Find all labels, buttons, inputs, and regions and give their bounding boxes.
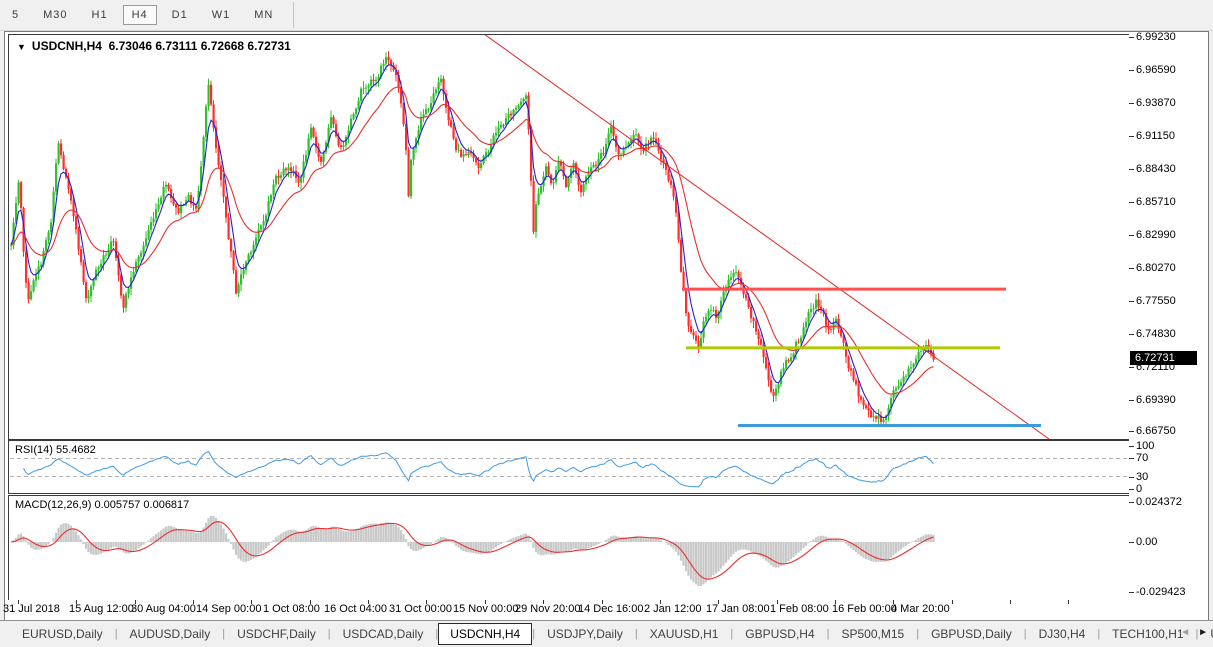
date-axis-label: 15 Nov 00:00 bbox=[453, 603, 518, 615]
price-axis-label-tick bbox=[1129, 400, 1134, 401]
candlestick-chart[interactable] bbox=[9, 35, 1130, 439]
macd-chart bbox=[9, 496, 1130, 600]
timeframe-button-w1[interactable]: W1 bbox=[203, 5, 240, 25]
date-axis-label: 30 Aug 04:00 bbox=[131, 603, 196, 615]
chart-tab-sp500-m15[interactable]: SP500,M15 bbox=[830, 623, 917, 645]
price-axis-label-tick bbox=[1129, 431, 1134, 432]
tab-scroll-right-icon[interactable]: ► bbox=[1198, 627, 1208, 638]
chart-collapse-icon[interactable]: ▼ bbox=[17, 42, 26, 52]
date-axis-label: 31 Oct 00:00 bbox=[389, 603, 452, 615]
price-axis-label: 6.96590 bbox=[1136, 64, 1176, 76]
price-axis[interactable]: 6.99230 6.96590 6.93870 6.91150 6.88430 6.857… bbox=[1129, 32, 1207, 600]
chart-tab-eurusd-daily[interactable]: EURUSD,Daily bbox=[10, 623, 115, 645]
price-axis-label-tick bbox=[1129, 334, 1134, 335]
rsi-axis-label-tick bbox=[1129, 458, 1134, 459]
date-axis-tick bbox=[1010, 600, 1011, 604]
chart-tab-bar: EURUSD,Daily|AUDUSD,Daily|USDCHF,Daily|U… bbox=[0, 620, 1213, 647]
chart-tab-usdcnh-h4[interactable]: USDCNH,H4 bbox=[438, 623, 532, 645]
price-axis-label-tick bbox=[1129, 169, 1134, 170]
price-axis-label-tick bbox=[1129, 70, 1134, 71]
price-axis-label: 6.88430 bbox=[1136, 163, 1176, 175]
rsi-axis-label: 30 bbox=[1136, 471, 1148, 483]
chart-tab-usdcad-daily[interactable]: USDCAD,Daily bbox=[331, 623, 436, 645]
rsi-axis-label-tick bbox=[1129, 446, 1134, 447]
price-axis-label-tick bbox=[1129, 367, 1134, 368]
price-chart-panel[interactable]: ▼ USDCNH,H4 6.73046 6.73111 6.72668 6.727… bbox=[8, 34, 1131, 440]
macd-axis-label: -0.029423 bbox=[1136, 586, 1186, 598]
date-axis-label: 1 Feb 08:00 bbox=[770, 603, 829, 615]
chart-tab-xauusd-h1[interactable]: XAUUSD,H1 bbox=[638, 623, 731, 645]
macd-axis-label-tick bbox=[1129, 542, 1134, 543]
date-axis-label: 2 Jan 12:00 bbox=[644, 603, 702, 615]
macd-axis-label: 0.00 bbox=[1136, 536, 1157, 548]
current-price-tag: 6.72731 bbox=[1130, 351, 1197, 365]
chart-tab-usdchf-daily[interactable]: USDCHF,Daily bbox=[225, 623, 328, 645]
timeframe-button-d1[interactable]: D1 bbox=[163, 5, 197, 25]
date-axis-label: 29 Nov 20:00 bbox=[515, 603, 580, 615]
rsi-chart bbox=[9, 441, 1130, 493]
chart-window: ▼ USDCNH,H4 6.73046 6.73111 6.72668 6.727… bbox=[4, 31, 1209, 621]
date-axis-tick bbox=[952, 600, 953, 604]
date-axis-label: 4 Mar 20:00 bbox=[891, 603, 950, 615]
chart-tab-usdjpy-daily[interactable]: USDJPY,Daily bbox=[535, 623, 635, 645]
timeframe-button-h4[interactable]: H4 bbox=[123, 5, 157, 25]
timeframe-button-mn[interactable]: MN bbox=[245, 5, 282, 25]
date-axis-tick bbox=[1068, 600, 1069, 604]
price-axis-label: 6.93870 bbox=[1136, 97, 1176, 109]
chart-title: ▼ USDCNH,H4 6.73046 6.73111 6.72668 6.727… bbox=[17, 39, 291, 53]
date-axis-label: 14 Dec 16:00 bbox=[578, 603, 643, 615]
price-axis-label-tick bbox=[1129, 301, 1134, 302]
chart-tab-gbpusd-daily[interactable]: GBPUSD,Daily bbox=[919, 623, 1024, 645]
rsi-axis-label: 70 bbox=[1136, 452, 1148, 464]
date-axis-label: 14 Sep 00:00 bbox=[196, 603, 261, 615]
price-axis-label: 6.74830 bbox=[1136, 328, 1176, 340]
price-axis-label-tick bbox=[1129, 268, 1134, 269]
chart-tab-dj30-h4[interactable]: DJ30,H4 bbox=[1027, 623, 1098, 645]
date-axis-label: 16 Oct 04:00 bbox=[324, 603, 387, 615]
price-axis-label: 6.69390 bbox=[1136, 394, 1176, 406]
price-axis-label: 6.82990 bbox=[1136, 229, 1176, 241]
date-axis-label: 16 Feb 00:00 bbox=[832, 603, 897, 615]
timeframe-toolbar: 5 M30 H1 H4 D1 W1MN bbox=[0, 0, 1213, 31]
macd-axis-label-tick bbox=[1129, 502, 1134, 503]
price-axis-label: 6.85710 bbox=[1136, 196, 1176, 208]
price-axis-label: 6.80270 bbox=[1136, 262, 1176, 274]
rsi-axis-label-tick bbox=[1129, 489, 1134, 490]
date-axis-label: 15 Aug 12:00 bbox=[69, 603, 134, 615]
price-axis-label: 6.91150 bbox=[1136, 130, 1175, 142]
price-axis-label-tick bbox=[1129, 37, 1134, 38]
chart-symbol-label: USDCNH,H4 bbox=[32, 39, 102, 53]
macd-label: MACD(12,26,9) 0.005757 0.006817 bbox=[15, 499, 189, 511]
price-axis-label-tick bbox=[1129, 136, 1134, 137]
price-axis-label-tick bbox=[1129, 202, 1134, 203]
price-axis-label-tick bbox=[1129, 103, 1134, 104]
price-axis-label: 6.77550 bbox=[1136, 295, 1176, 307]
price-axis-label: 6.66750 bbox=[1136, 425, 1176, 437]
date-axis-label: 17 Jan 08:00 bbox=[706, 603, 770, 615]
tab-scroll-arrows: ◄► bbox=[1180, 627, 1208, 638]
rsi-label: RSI(14) 55.4682 bbox=[15, 444, 96, 456]
timeframe-button-m30[interactable]: M30 bbox=[34, 5, 76, 25]
rsi-axis-label: 100 bbox=[1136, 440, 1154, 452]
macd-axis-label: 0.024372 bbox=[1136, 496, 1182, 508]
timeframe-button-5[interactable]: 5 bbox=[3, 5, 28, 25]
macd-panel[interactable]: MACD(12,26,9) 0.005757 0.006817 bbox=[8, 495, 1131, 601]
price-axis-label-tick bbox=[1129, 235, 1134, 236]
chart-quote-values: 6.73046 6.73111 6.72668 6.72731 bbox=[109, 39, 291, 53]
rsi-axis-label-tick bbox=[1129, 477, 1134, 478]
rsi-axis-label: 0 bbox=[1136, 483, 1142, 495]
rsi-panel[interactable]: RSI(14) 55.4682 bbox=[8, 440, 1131, 494]
timeframe-button-h1[interactable]: H1 bbox=[83, 5, 117, 25]
toolbar-separator bbox=[293, 2, 294, 28]
price-axis-label: 6.99230 bbox=[1136, 31, 1176, 43]
date-axis-label: 1 Oct 08:00 bbox=[263, 603, 320, 615]
tab-scroll-left-icon[interactable]: ◄ bbox=[1180, 627, 1190, 638]
date-axis-label: 31 Jul 2018 bbox=[3, 603, 60, 615]
chart-tab-gbpusd-h4[interactable]: GBPUSD,H4 bbox=[733, 623, 826, 645]
chart-tab-audusd-daily[interactable]: AUDUSD,Daily bbox=[118, 623, 223, 645]
macd-axis-label-tick bbox=[1129, 592, 1134, 593]
date-axis[interactable]: 31 Jul 2018 15 Aug 12:0030 Aug 04:0014 Se… bbox=[5, 600, 1208, 618]
